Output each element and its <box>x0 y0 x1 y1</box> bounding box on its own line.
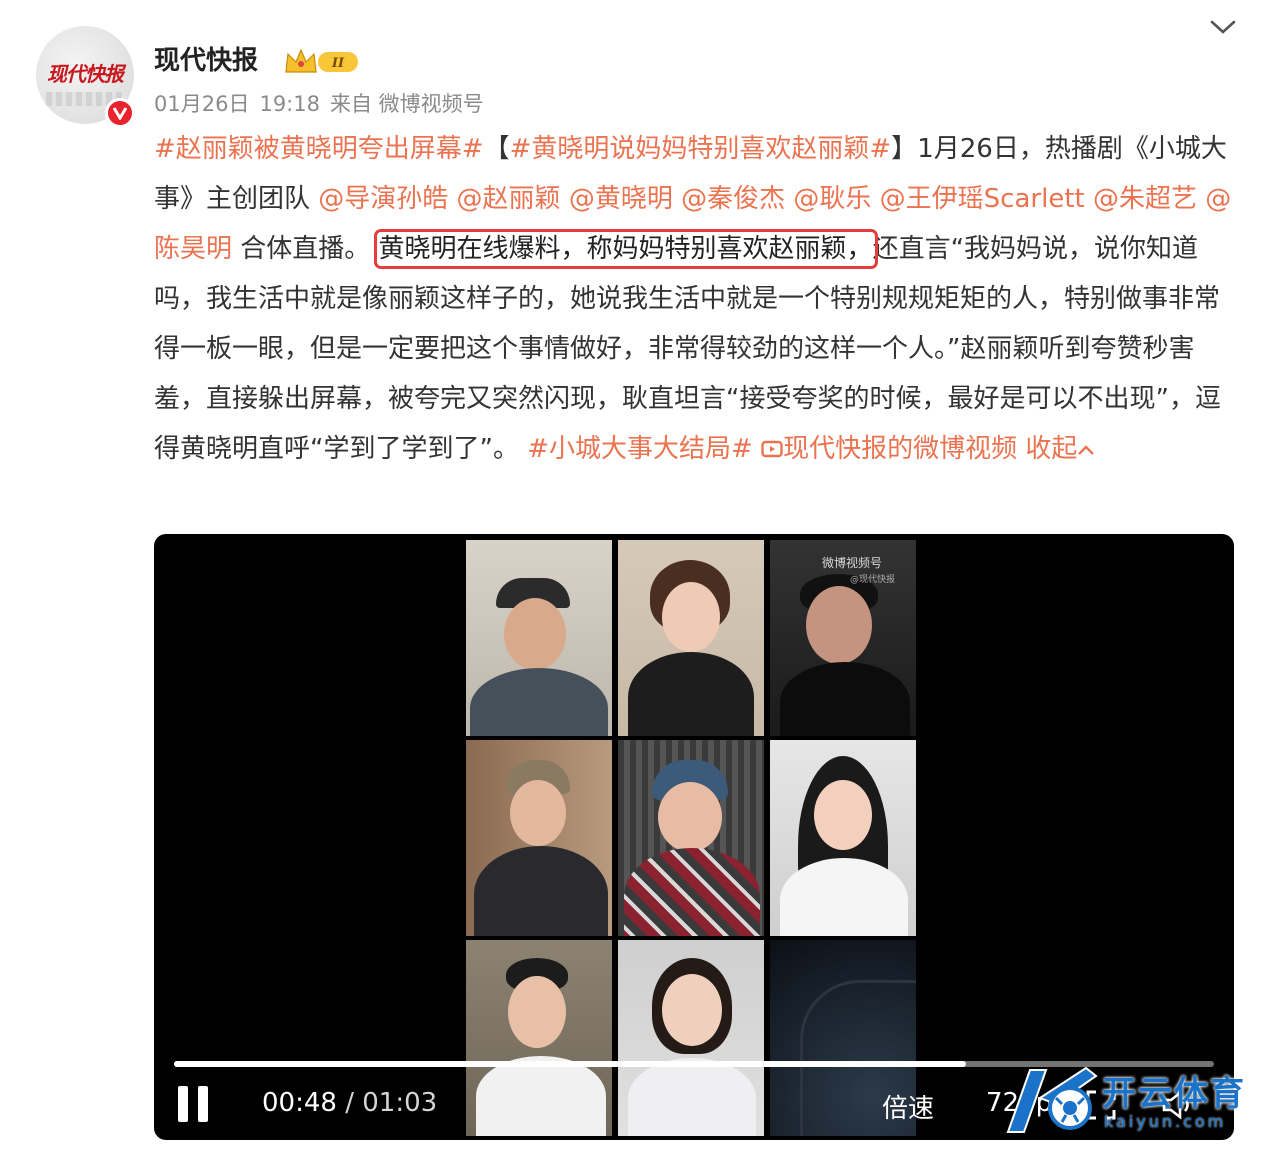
weibo-post: 现代快报 现代快报 II 01月26日 19:18 来自 微博视频号 #赵丽颖被黄晓… <box>0 0 1280 1160</box>
avatar-logo-text: 现代快报 <box>47 62 124 86</box>
video-participant-tile: 微博视频号 @现代快报 <box>770 540 916 736</box>
crown-badge-icon: II <box>285 48 358 73</box>
video-link-label: 现代快报的微博视频 <box>783 434 1018 464</box>
post-meta: 01月26日 19:18 来自 微博视频号 <box>154 88 494 118</box>
verified-icon <box>105 98 135 128</box>
video-participant-tile <box>466 540 612 736</box>
video-participant-tile <box>466 940 612 1136</box>
post-text: #赵丽颖被黄晓明夸出屏幕#【#黄晓明说妈妈特别喜欢赵丽颖#】1月26日，热播剧《… <box>154 124 1236 474</box>
video-participant-tile <box>618 540 764 736</box>
video-participant-tile <box>618 740 764 936</box>
hashtag-link[interactable]: #赵丽颖被黄晓明夸出屏幕# <box>154 134 484 164</box>
post-source[interactable]: 来自 微博视频号 <box>330 92 484 116</box>
post-body-text: 合体直播。 <box>232 234 371 264</box>
chevron-up-icon <box>1078 445 1095 455</box>
video-participant-tile <box>770 740 916 936</box>
hashtag-link[interactable]: #小城大事大结局# <box>527 434 753 464</box>
account-name[interactable]: 现代快报 <box>154 40 258 77</box>
bracket-open: 【 <box>483 134 510 164</box>
mention-link[interactable]: @朱超艺 <box>1093 184 1197 214</box>
post-time: 19:18 <box>259 92 320 116</box>
video-participant-tile <box>618 940 764 1136</box>
mention-link[interactable]: @秦俊杰 <box>681 184 785 214</box>
mention-link[interactable]: @耿乐 <box>793 184 871 214</box>
pause-icon[interactable] <box>176 1084 210 1124</box>
time-separator: / <box>336 1088 363 1118</box>
watermark-sub: @现代快报 <box>850 575 896 585</box>
bracket-close: 】 <box>891 134 918 164</box>
hashtag-link[interactable]: #黄晓明说妈妈特别喜欢赵丽颖# <box>510 134 892 164</box>
video-player[interactable]: 微博视频号 @现代快报 00:48 / 01:03 倍速 <box>154 534 1234 1140</box>
mention-link[interactable]: @赵丽颖 <box>457 184 561 214</box>
kaiyun-brand-en: kaiyun.com <box>1104 1112 1227 1131</box>
mention-link[interactable]: @王伊瑶Scarlett <box>880 184 1085 214</box>
mention-link[interactable]: @黄晓明 <box>569 184 673 214</box>
kaiyun-logo-icon <box>1006 1066 1098 1133</box>
collapse-label: 收起 <box>1025 434 1078 464</box>
video-time: 00:48 / 01:03 <box>262 1088 437 1118</box>
mention-link[interactable]: @导演孙皓 <box>318 184 448 214</box>
kaiyun-watermark: 开云体育 kaiyun.com <box>994 1062 1274 1142</box>
watermark-text: 微博视频号 <box>822 556 883 570</box>
collapse-button[interactable]: 收起 <box>1025 434 1095 464</box>
video-link[interactable]: 现代快报的微博视频 <box>761 434 1017 464</box>
chevron-down-icon[interactable] <box>1208 16 1238 38</box>
speed-button[interactable]: 倍速 <box>882 1088 934 1125</box>
video-link-icon <box>761 440 783 458</box>
video-participant-tile <box>466 740 612 936</box>
video-progress-fill <box>174 1061 967 1067</box>
duration: 01:03 <box>362 1088 438 1118</box>
highlighted-quote: 黄晓明在线爆料，称妈妈特别喜欢赵丽颖， <box>373 229 878 269</box>
svg-text:II: II <box>331 56 345 71</box>
kaiyun-brand-cn: 开云体育 <box>1102 1074 1246 1114</box>
current-time: 00:48 <box>262 1088 337 1118</box>
video-frame: 微博视频号 @现代快报 <box>466 540 924 1140</box>
post-body-text: 还直言“我妈妈说，说你知道吗，我生活中就是像丽颖这样子的，她说我生活中就是一个特… <box>154 234 1221 464</box>
post-date: 01月26日 <box>154 92 250 116</box>
